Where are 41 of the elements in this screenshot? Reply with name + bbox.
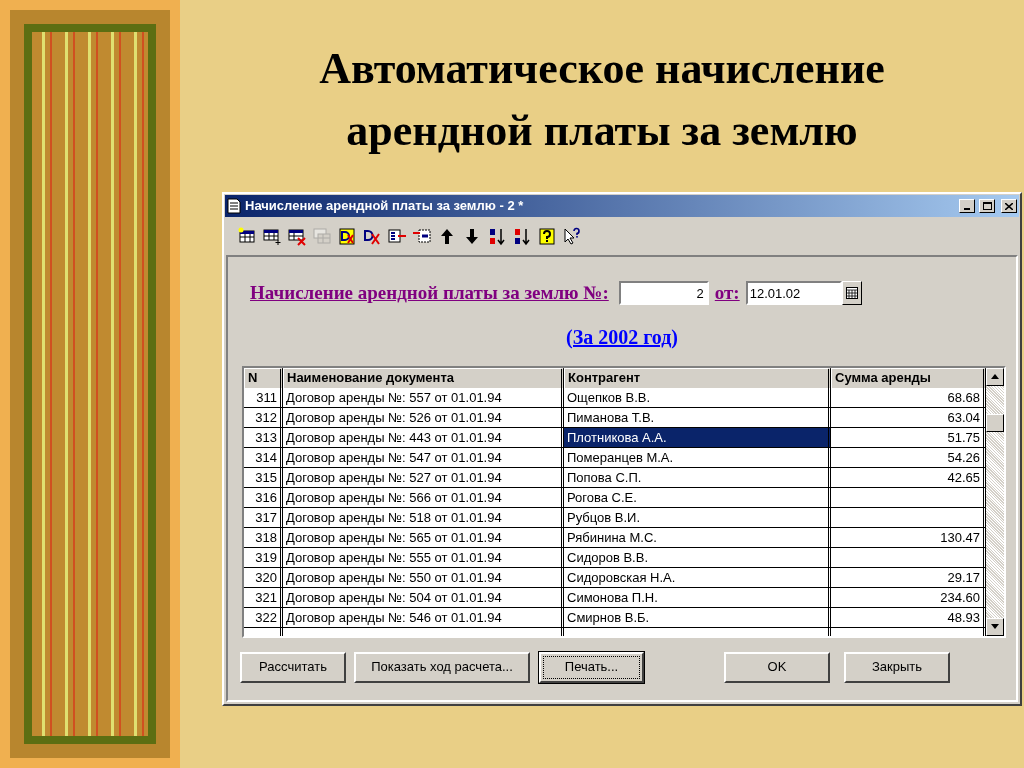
help-icon[interactable] bbox=[538, 226, 556, 246]
triangle-up-icon bbox=[991, 374, 999, 379]
column-header[interactable]: Контрагент bbox=[564, 367, 831, 388]
column-header[interactable]: Сумма аренды bbox=[831, 367, 986, 388]
maximize-button[interactable] bbox=[979, 199, 995, 213]
number-field[interactable]: 2 bbox=[618, 281, 709, 306]
columns-right-icon[interactable] bbox=[413, 226, 431, 246]
document-icon bbox=[227, 198, 241, 214]
slide-title: Автоматическое начисление bbox=[319, 43, 885, 95]
dialog-button[interactable]: Рассчитать bbox=[240, 651, 346, 683]
calendar-button[interactable] bbox=[841, 281, 862, 306]
close-icon bbox=[1005, 202, 1013, 210]
vertical-scrollbar[interactable] bbox=[986, 367, 1004, 636]
pointer-help-icon[interactable] bbox=[563, 226, 581, 246]
sort-descending-icon[interactable] bbox=[513, 226, 531, 246]
scroll-down-button[interactable] bbox=[986, 617, 1004, 636]
columns-left-icon[interactable] bbox=[388, 226, 406, 246]
column-header[interactable]: Наименование документа bbox=[283, 367, 564, 388]
dialog-button[interactable]: OK bbox=[724, 651, 830, 683]
date-field[interactable]: 12.01.02 bbox=[745, 281, 842, 306]
scroll-thumb[interactable] bbox=[986, 413, 1004, 432]
document-dk-icon[interactable] bbox=[338, 226, 356, 246]
table-delete-icon[interactable] bbox=[288, 226, 306, 246]
period-link[interactable]: (За 2002 год) bbox=[566, 321, 678, 352]
dialog-button[interactable]: Закрыть bbox=[844, 651, 950, 683]
dialog-button[interactable]: Показать ход расчета... bbox=[354, 651, 530, 683]
minimize-button[interactable] bbox=[959, 199, 975, 213]
document-number-link[interactable]: Начисление арендной платы за землю №: bbox=[250, 279, 609, 308]
table-icon[interactable] bbox=[238, 226, 256, 246]
table-add-icon[interactable] bbox=[263, 226, 281, 246]
close-button[interactable] bbox=[1001, 199, 1017, 213]
scroll-up-button[interactable] bbox=[986, 367, 1004, 386]
arrow-down-icon[interactable] bbox=[463, 226, 481, 246]
slide-title: арендной платы за землю bbox=[346, 105, 858, 157]
triangle-down-icon bbox=[991, 624, 999, 629]
calendar-icon bbox=[845, 287, 858, 300]
window-title: Начисление арендной платы за землю - 2 * bbox=[245, 197, 525, 216]
column-header[interactable]: N bbox=[244, 367, 283, 388]
dialog-button[interactable]: Печать... bbox=[539, 651, 644, 683]
date-link[interactable]: от: bbox=[714, 279, 740, 308]
sort-ascending-icon[interactable] bbox=[488, 226, 506, 246]
